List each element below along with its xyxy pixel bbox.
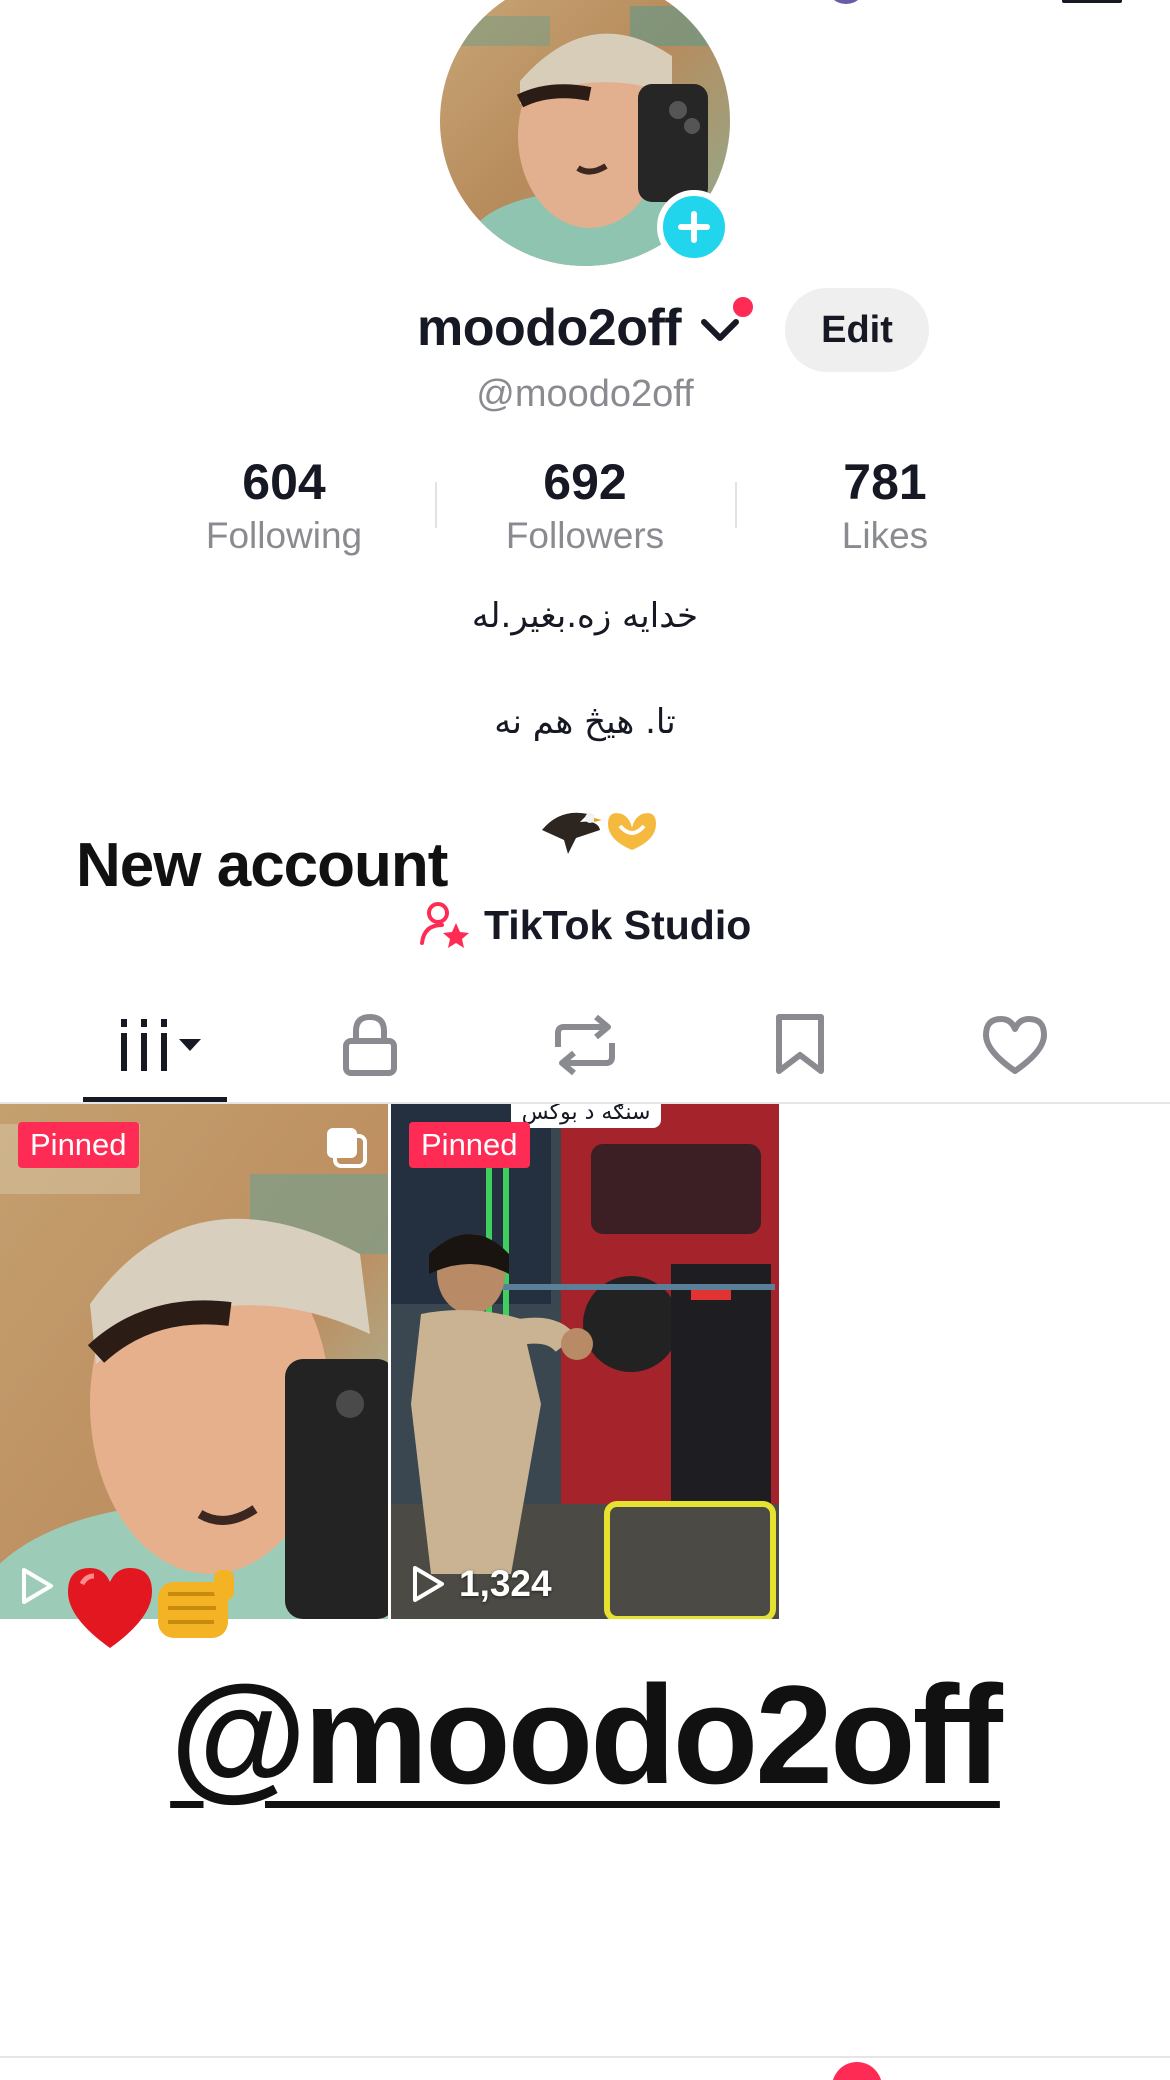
play-icon (413, 1566, 444, 1602)
bio-emojis (542, 812, 656, 854)
video-caption: سنګه د بوکس (511, 1104, 661, 1128)
video-cover (0, 1104, 388, 1619)
stat-followers[interactable]: 692 Followers (455, 452, 715, 560)
video-cover (391, 1104, 779, 1619)
notification-dot (730, 294, 756, 320)
view-count (20, 1567, 68, 1605)
stat-divider (735, 482, 737, 528)
profile-handle: @moodo2off (476, 373, 694, 415)
likes-label: Likes (841, 515, 929, 556)
multi-photo-icon (327, 1128, 367, 1168)
pinned-badge: Pinned (409, 1122, 530, 1168)
stat-following[interactable]: 604 Following (154, 452, 414, 560)
tab-reposts[interactable] (535, 1010, 635, 1080)
tab-videos[interactable] (100, 1010, 210, 1080)
heart-fist-sticker (68, 1568, 234, 1648)
followers-label: Followers (505, 515, 665, 556)
edit-profile-button[interactable]: Edit (785, 288, 929, 372)
video-thumbnail[interactable]: سنګه د بوکس Pinned 1,324 (391, 1104, 779, 1619)
person-star-icon (420, 902, 469, 948)
top-bar-icons-fragment[interactable] (820, 0, 980, 10)
view-count: 1,324 (411, 1563, 552, 1605)
eagle-icon (542, 812, 602, 854)
inbox-badge (832, 2062, 882, 2080)
tab-liked[interactable] (965, 1010, 1065, 1080)
bio-headline: New account (76, 831, 448, 900)
likes-count: 781 (843, 454, 927, 510)
video-thumbnail[interactable]: Pinned (0, 1104, 388, 1619)
heart-hands-icon (608, 813, 656, 850)
tab-favorites[interactable] (750, 1010, 850, 1080)
display-name[interactable]: moodo2off (417, 296, 682, 360)
menu-icon[interactable] (1062, 0, 1122, 3)
bottom-nav-divider (0, 2056, 1170, 2058)
stat-likes[interactable]: 781 Likes (755, 452, 1015, 560)
tiktok-studio-link[interactable]: TikTok Studio (420, 895, 751, 955)
watermark-handle: @moodo2off (170, 1656, 1003, 1813)
status-bar-fragment (40, 0, 92, 6)
tiktok-studio-label: TikTok Studio (484, 901, 752, 948)
lock-icon (343, 1013, 397, 1076)
play-icon (22, 1568, 53, 1604)
pinned-badge: Pinned (18, 1122, 139, 1168)
bio-line-2: تا. هیڅ هم نه (494, 702, 676, 742)
heart-icon (983, 1016, 1047, 1074)
stat-divider (435, 482, 437, 528)
plus-icon (678, 211, 710, 243)
following-label: Following (205, 515, 363, 556)
following-count: 604 (242, 454, 326, 510)
add-avatar-button[interactable] (657, 190, 731, 264)
grid-icon (121, 1019, 201, 1071)
bookmark-icon (776, 1014, 824, 1074)
followers-count: 692 (543, 454, 627, 510)
bio-line-1: خدایه زه.بغیر.له (471, 596, 699, 636)
view-count-value: 1,324 (459, 1563, 552, 1604)
repost-icon (555, 1014, 615, 1076)
tab-private[interactable] (320, 1010, 420, 1080)
